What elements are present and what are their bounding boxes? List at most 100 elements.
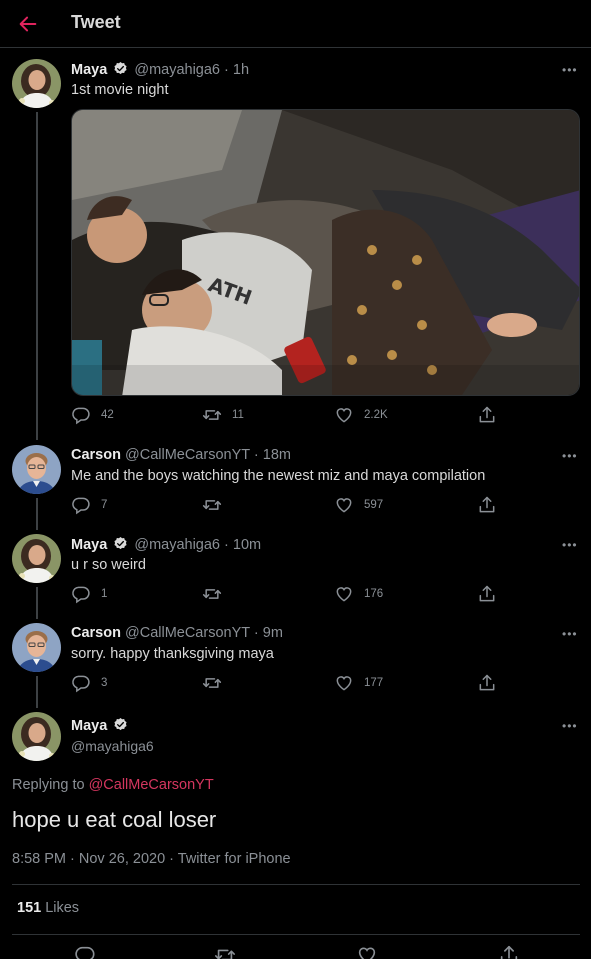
- display-name[interactable]: Maya: [71, 718, 107, 734]
- like-button[interactable]: 2.2K: [334, 405, 388, 425]
- page-title: Tweet: [71, 12, 121, 32]
- likes-summary[interactable]: 151 Likes: [17, 900, 79, 916]
- share-icon: [477, 584, 497, 604]
- timestamp[interactable]: 9m: [263, 625, 283, 641]
- thread-line: [36, 587, 38, 619]
- verified-badge-icon: [113, 61, 128, 76]
- reply-count: 1: [101, 588, 108, 600]
- tweet-header: Maya @mayahiga6 · 1h: [71, 61, 249, 78]
- user-handle[interactable]: @mayahiga6: [134, 62, 220, 78]
- reply-count: 7: [101, 499, 108, 511]
- reply-icon: [71, 405, 91, 425]
- user-handle[interactable]: @mayahiga6: [134, 537, 220, 553]
- tweet-photo[interactable]: ATH: [71, 109, 580, 396]
- timestamp[interactable]: 18m: [263, 447, 291, 463]
- replying-prefix: Replying to: [12, 777, 85, 793]
- more-icon[interactable]: •••: [562, 719, 578, 733]
- tweet-text: sorry. happy thanksgiving maya: [71, 646, 274, 662]
- like-button[interactable]: 176: [334, 584, 383, 604]
- tweet-text: hope u eat coal loser: [12, 807, 217, 832]
- user-handle[interactable]: @CallMeCarsonYT: [125, 625, 250, 641]
- back-button[interactable]: [14, 10, 42, 38]
- divider: [12, 934, 580, 935]
- reply-icon: [71, 495, 91, 515]
- timestamp[interactable]: 1h: [233, 62, 249, 78]
- more-icon[interactable]: •••: [562, 627, 578, 641]
- tweet-header: Carson @CallMeCarsonYT · 18m: [71, 447, 291, 463]
- more-icon[interactable]: •••: [562, 449, 578, 463]
- retweet-icon: [202, 584, 222, 604]
- retweet-button[interactable]: 11: [202, 405, 244, 425]
- avatar[interactable]: [12, 59, 61, 108]
- like-icon: [334, 673, 354, 693]
- display-name[interactable]: Maya: [71, 537, 107, 553]
- reply-icon[interactable]: [74, 944, 96, 959]
- reply-button[interactable]: 1: [71, 584, 107, 604]
- like-icon: [334, 584, 354, 604]
- share-button[interactable]: [477, 495, 497, 515]
- display-name[interactable]: Carson: [71, 625, 121, 641]
- display-name[interactable]: Carson: [71, 447, 121, 463]
- retweet-button[interactable]: [202, 673, 232, 693]
- retweet-icon: [202, 495, 222, 515]
- retweet-button[interactable]: [202, 495, 232, 515]
- verified-badge-icon: [113, 717, 128, 732]
- like-icon: [334, 495, 354, 515]
- likes-count: 151: [17, 900, 42, 916]
- reply-button[interactable]: 42: [71, 405, 114, 425]
- retweet-count: 11: [232, 409, 244, 421]
- focused-tweet-actions: [0, 944, 591, 959]
- retweet-icon: [202, 405, 222, 425]
- reply-icon: [71, 584, 91, 604]
- timestamp[interactable]: 10m: [233, 537, 261, 553]
- tweet-header: Maya @mayahiga6 · 10m: [71, 536, 261, 553]
- replying-to-link[interactable]: @CallMeCarsonYT: [89, 777, 214, 793]
- user-handle[interactable]: @mayahiga6: [71, 738, 154, 754]
- divider: [12, 884, 580, 885]
- thread-line: [36, 498, 38, 530]
- back-arrow-icon: [19, 16, 37, 32]
- like-button[interactable]: 177: [334, 673, 383, 693]
- reply-count: 3: [101, 677, 108, 689]
- separator: ·: [253, 625, 259, 641]
- thread-line: [36, 112, 38, 440]
- tweet-header: Carson @CallMeCarsonYT · 9m: [71, 625, 283, 641]
- verified-badge-icon: [113, 536, 128, 551]
- retweet-icon[interactable]: [214, 944, 236, 959]
- like-count: 2.2K: [364, 409, 388, 421]
- separator: ·: [224, 62, 229, 78]
- share-icon: [477, 673, 497, 693]
- avatar[interactable]: [12, 712, 61, 761]
- retweet-button[interactable]: [202, 584, 232, 604]
- tweet-text: 1st movie night: [71, 82, 169, 98]
- more-icon[interactable]: •••: [562, 63, 578, 77]
- share-icon: [477, 405, 497, 425]
- like-count: 177: [364, 677, 384, 689]
- tweet-text: u r so weird: [71, 557, 146, 573]
- avatar[interactable]: [12, 534, 61, 583]
- like-icon[interactable]: [356, 944, 378, 959]
- separator: ·: [253, 447, 259, 463]
- share-button[interactable]: [477, 405, 497, 425]
- like-button[interactable]: 597: [334, 495, 383, 515]
- reply-button[interactable]: 7: [71, 495, 107, 515]
- like-count: 597: [364, 499, 384, 511]
- replying-to: Replying to @CallMeCarsonYT: [12, 777, 214, 793]
- share-icon: [477, 495, 497, 515]
- avatar[interactable]: [12, 623, 61, 672]
- share-icon[interactable]: [498, 944, 520, 959]
- reply-button[interactable]: 3: [71, 673, 107, 693]
- reply-count: 42: [101, 409, 114, 421]
- like-count: 176: [364, 588, 384, 600]
- retweet-icon: [202, 673, 222, 693]
- avatar[interactable]: [12, 445, 61, 494]
- thread-line: [36, 676, 38, 708]
- reply-icon: [71, 673, 91, 693]
- share-button[interactable]: [477, 584, 497, 604]
- display-name[interactable]: Maya: [71, 62, 107, 78]
- share-button[interactable]: [477, 673, 497, 693]
- more-icon[interactable]: •••: [562, 538, 578, 552]
- user-handle[interactable]: @CallMeCarsonYT: [125, 447, 250, 463]
- tweet-meta[interactable]: 8:58 PM · Nov 26, 2020 · Twitter for iPh…: [12, 851, 291, 867]
- top-bar: Tweet: [0, 0, 591, 48]
